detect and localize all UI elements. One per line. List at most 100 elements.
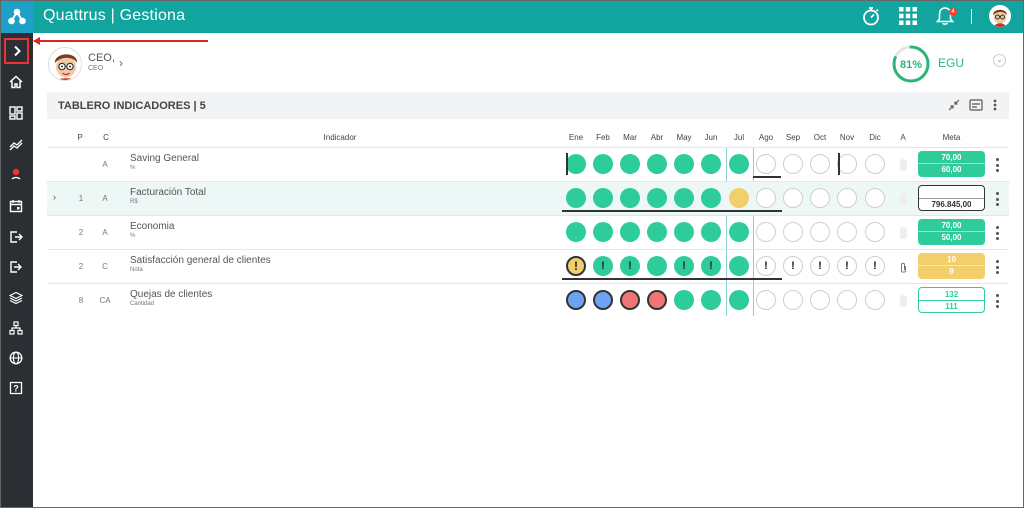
month-status-dot[interactable]: ! (701, 256, 721, 276)
month-status-dot[interactable] (593, 290, 613, 310)
home-icon[interactable] (6, 72, 26, 92)
indicator-name[interactable]: Economia (130, 221, 174, 232)
indicator-name[interactable]: Facturación Total (130, 187, 206, 198)
month-status-dot[interactable]: ! (620, 256, 640, 276)
table-row[interactable]: › 1 A Facturación Total R$ 796.845,00 (47, 181, 1009, 215)
month-status-dot[interactable] (620, 222, 640, 242)
month-status-dot[interactable] (783, 222, 803, 242)
month-status-dot[interactable]: ! (865, 256, 885, 276)
month-status-dot[interactable] (566, 290, 586, 310)
month-status-dot[interactable] (674, 188, 694, 208)
month-status-dot[interactable] (837, 154, 857, 174)
month-status-dot[interactable] (810, 222, 830, 242)
panel-more-icon[interactable] (988, 98, 1002, 112)
month-status-dot[interactable] (729, 188, 749, 208)
month-status-dot[interactable] (701, 222, 721, 242)
month-status-dot[interactable] (756, 222, 776, 242)
location-icon[interactable] (6, 164, 26, 184)
month-status-dot[interactable] (647, 256, 667, 276)
month-status-dot[interactable] (566, 188, 586, 208)
month-status-dot[interactable] (837, 290, 857, 310)
row-more-icon[interactable] (993, 294, 1001, 308)
org-chart-icon[interactable] (6, 318, 26, 338)
indicator-name[interactable]: Satisfacción general de clientes (130, 255, 271, 266)
month-status-dot[interactable]: ! (593, 256, 613, 276)
meta-box[interactable]: 10 9 (918, 253, 985, 279)
meta-box[interactable]: 70,00 50,00 (918, 219, 985, 245)
avatar[interactable] (989, 5, 1011, 27)
month-status-dot[interactable] (810, 154, 830, 174)
month-status-dot[interactable] (647, 188, 667, 208)
globe-icon[interactable] (6, 348, 26, 368)
month-status-dot[interactable] (647, 290, 667, 310)
row-more-icon[interactable] (993, 192, 1001, 206)
table-row[interactable]: 2 A Economia% 70,00 50,00 (47, 215, 1009, 249)
month-status-dot[interactable] (810, 290, 830, 310)
user-chevron-icon[interactable]: › (119, 56, 123, 70)
month-status-dot[interactable] (865, 222, 885, 242)
month-status-dot[interactable] (865, 188, 885, 208)
month-status-dot[interactable] (837, 188, 857, 208)
layers-icon[interactable] (6, 288, 26, 308)
month-status-dot[interactable] (701, 290, 721, 310)
indicator-name[interactable]: Quejas de clientes (130, 289, 212, 300)
dashboard-icon[interactable] (6, 103, 26, 123)
indicator-name[interactable]: Saving General (130, 153, 199, 164)
row-more-icon[interactable] (993, 226, 1001, 240)
month-status-dot[interactable] (729, 154, 749, 174)
table-row[interactable]: 2 C Satisfacción general de clientes Nota!!… (47, 249, 1009, 283)
help-icon[interactable]: ? (6, 378, 26, 398)
meta-box[interactable]: 796.845,00 (918, 185, 985, 211)
export-icon[interactable] (6, 257, 26, 277)
logout-icon[interactable] (6, 227, 26, 247)
month-status-dot[interactable] (647, 222, 667, 242)
month-status-dot[interactable] (566, 222, 586, 242)
month-status-dot[interactable] (865, 290, 885, 310)
stopwatch-icon[interactable] (860, 5, 882, 27)
month-status-dot[interactable] (810, 188, 830, 208)
month-status-dot[interactable] (865, 154, 885, 174)
row-more-icon[interactable] (993, 158, 1001, 172)
month-status-dot[interactable] (674, 222, 694, 242)
month-status-dot[interactable]: ! (566, 256, 586, 276)
trend-icon[interactable] (6, 134, 26, 154)
user-avatar[interactable] (48, 47, 82, 81)
month-status-dot[interactable] (756, 188, 776, 208)
quattrus-logo-icon[interactable] (0, 0, 33, 33)
month-status-dot[interactable]: ! (674, 256, 694, 276)
month-status-dot[interactable] (837, 222, 857, 242)
month-status-dot[interactable] (701, 188, 721, 208)
month-status-dot[interactable] (729, 290, 749, 310)
month-status-dot[interactable] (620, 154, 640, 174)
month-status-dot[interactable] (620, 188, 640, 208)
month-status-dot[interactable] (593, 154, 613, 174)
month-status-dot[interactable] (593, 188, 613, 208)
view-card-icon[interactable] (969, 98, 983, 112)
month-status-dot[interactable] (783, 290, 803, 310)
month-status-dot[interactable] (701, 154, 721, 174)
month-status-dot[interactable]: ! (756, 256, 776, 276)
month-status-dot[interactable] (674, 154, 694, 174)
meta-box[interactable]: 132 111 (918, 287, 985, 313)
meta-box[interactable]: 70,00 60,00 (918, 151, 985, 177)
month-status-dot[interactable] (620, 290, 640, 310)
month-status-dot[interactable] (783, 188, 803, 208)
sidebar-expand-button[interactable] (4, 38, 29, 64)
month-status-dot[interactable] (729, 222, 749, 242)
month-status-dot[interactable]: ! (837, 256, 857, 276)
chevron-down-icon[interactable]: ⌄ (993, 54, 1006, 67)
collapse-icon[interactable] (947, 98, 961, 112)
month-status-dot[interactable]: ! (783, 256, 803, 276)
month-status-dot[interactable] (647, 154, 667, 174)
grid-apps-icon[interactable] (897, 5, 919, 27)
table-row[interactable]: A Saving General% 70,00 60,00 (47, 147, 1009, 181)
paperclip-icon[interactable] (900, 261, 907, 273)
month-status-dot[interactable] (674, 290, 694, 310)
row-expand-icon[interactable]: › (53, 192, 56, 202)
month-status-dot[interactable] (756, 290, 776, 310)
month-status-dot[interactable] (593, 222, 613, 242)
month-status-dot[interactable] (729, 256, 749, 276)
calendar-icon[interactable] (6, 196, 26, 216)
month-status-dot[interactable] (756, 154, 776, 174)
month-status-dot[interactable] (783, 154, 803, 174)
